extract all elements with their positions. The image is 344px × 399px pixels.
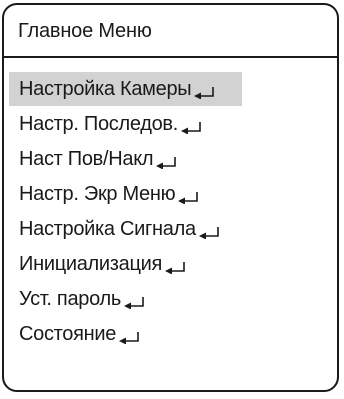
menu-item-label: Настройка Сигнала [19,218,196,240]
menu-item-pan-tilt-setup[interactable]: Наст Пов/Накл [9,142,329,176]
menu-item-label: Настр. Последов. [19,113,178,135]
menu-item-label: Уст. пароль [19,288,121,310]
menu-item-sequence-setup[interactable]: Настр. Последов. [9,107,329,141]
menu-item-osd-setup[interactable]: Настр. Экр Меню [9,177,329,211]
menu-item-camera-setup[interactable]: Настройка Камеры [9,72,242,106]
enter-return-icon [193,87,215,99]
enter-return-icon [177,192,199,204]
menu-item-label: Наст Пов/Накл [19,148,154,170]
enter-return-icon [180,122,202,134]
menu-item-set-password[interactable]: Уст. пароль [9,282,329,316]
menu-item-initialization[interactable]: Инициализация [9,247,329,281]
menu-item-label: Инициализация [19,253,163,275]
enter-return-icon [123,297,145,309]
menu-item-signal-setup[interactable]: Настройка Сигнала [9,212,329,246]
menu-item-label: Настр. Экр Меню [19,183,176,205]
enter-return-icon [164,262,186,274]
menu-header: Главное Меню [4,5,337,58]
enter-return-icon [198,227,220,239]
menu-title: Главное Меню [18,20,152,42]
menu-item-label: Настройка Камеры [19,78,192,100]
menu-item-label: Состояние [19,323,117,345]
enter-return-icon [155,157,177,169]
menu-item-status[interactable]: Состояние [9,317,329,351]
main-menu-panel: Главное Меню Настройка Камеры Настр. Пос… [2,3,339,392]
menu-list: Настройка Камеры Настр. Последов. Наст П… [9,72,329,352]
enter-return-icon [118,332,140,344]
